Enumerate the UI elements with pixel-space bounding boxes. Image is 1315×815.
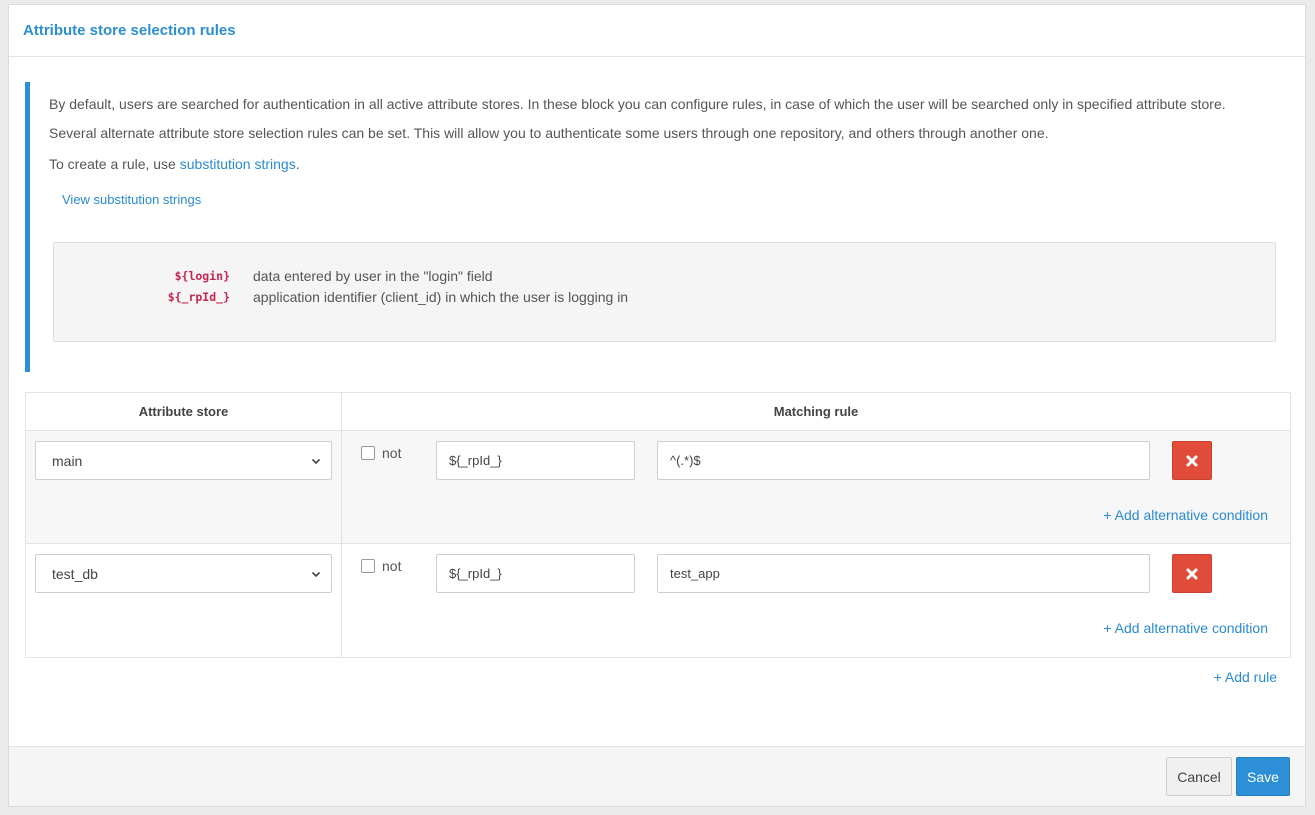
condition-field-input[interactable]: ${_rpId_} [436,441,635,480]
not-label: not [382,558,402,574]
attribute-store-select[interactable]: main [35,441,332,480]
store-cell: main [26,431,342,543]
chevron-down-icon [311,458,321,464]
table-row: main not ${_rpId_} ^(.*)$ + Add alternat… [26,431,1290,544]
substitution-code: ${_rpId_} [167,289,230,304]
cancel-button[interactable]: Cancel [1166,757,1232,796]
add-rule-link[interactable]: + Add rule [1214,669,1277,685]
attribute-store-value: test_db [52,565,98,582]
substitution-code: ${login} [174,268,230,283]
rules-table: Attribute store Matching rule main not $… [25,392,1291,658]
add-alternative-condition-link[interactable]: + Add alternative condition [1103,620,1268,636]
info-paragraph-1: By default, users are searched for authe… [49,96,1226,112]
info-paragraph-3-suffix: . [295,156,300,172]
attribute-store-value: main [52,452,83,469]
panel-header: Attribute store selection rules [9,5,1305,57]
attribute-store-select[interactable]: test_db [35,554,332,593]
info-paragraph-3: To create a rule, use substitution strin… [49,154,1273,175]
save-button[interactable]: Save [1236,757,1290,796]
panel-title: Attribute store selection rules [23,22,236,39]
substitution-row: ${login} data entered by user in the "lo… [54,265,1275,286]
condition-pattern-input[interactable]: ^(.*)$ [657,441,1150,480]
matching-rule-cell: not ${_rpId_} ^(.*)$ + Add alternative c… [342,431,1290,543]
substitution-strings-link[interactable]: substitution strings [180,156,296,172]
store-cell: test_db [26,544,342,657]
close-icon [1186,455,1198,466]
header-matching-rule: Matching rule [773,404,859,419]
not-toggle[interactable]: not [361,558,401,574]
header-attribute-store: Attribute store [26,393,342,430]
table-row: test_db not ${_rpId_} test_app + Add alt… [26,544,1290,657]
delete-rule-button[interactable] [1172,554,1212,593]
substitutions-box: ${login} data entered by user in the "lo… [53,242,1276,342]
condition-field-input[interactable]: ${_rpId_} [436,554,635,593]
condition-pattern-input[interactable]: test_app [657,554,1150,593]
not-checkbox[interactable] [361,446,375,460]
add-alternative-condition-link[interactable]: + Add alternative condition [1103,507,1268,523]
not-label: not [382,445,402,461]
rules-table-header: Attribute store Matching rule [26,393,1290,431]
not-checkbox[interactable] [361,559,375,573]
close-icon [1186,568,1198,579]
info-paragraph-2: Several alternate attribute store select… [49,125,1049,141]
matching-rule-cell: not ${_rpId_} test_app + Add alternative… [342,544,1290,657]
view-substitutions-link[interactable]: View substitution strings [62,192,201,207]
substitution-description: data entered by user in the "login" fiel… [253,267,493,284]
info-paragraph-3-prefix: To create a rule, use [49,156,180,172]
substitution-row: ${_rpId_} application identifier (client… [54,286,1275,307]
not-toggle[interactable]: not [361,445,401,461]
info-block: By default, users are searched for authe… [25,82,1291,372]
substitution-description: application identifier (client_id) in wh… [253,288,629,305]
panel-footer: Cancel Save [9,746,1305,806]
chevron-down-icon [311,571,321,577]
delete-rule-button[interactable] [1172,441,1212,480]
rules-panel: Attribute store selection rules By defau… [8,4,1306,807]
